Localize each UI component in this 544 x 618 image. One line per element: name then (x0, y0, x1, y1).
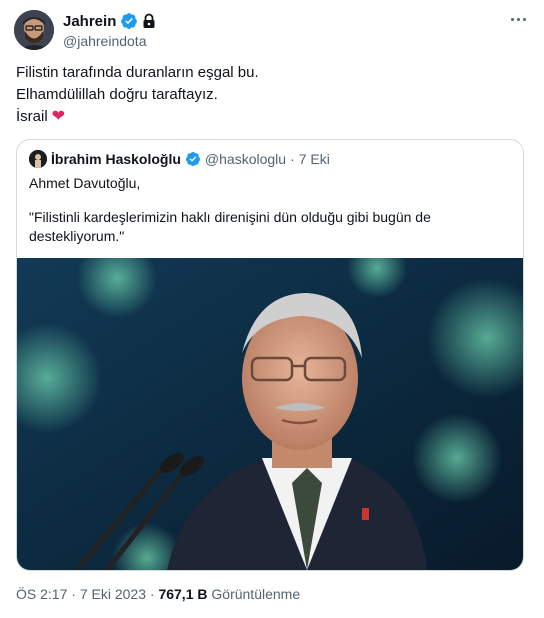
quoted-verified-badge-icon (185, 151, 201, 167)
quoted-name[interactable]: İbrahim Haskoloğlu (51, 151, 181, 167)
quoted-text-line: Ahmet Davutoğlu, (29, 175, 141, 191)
quoted-text-quote: "Filistinli kardeşlerimizin haklı direni… (29, 209, 431, 244)
quoted-tweet[interactable]: İbrahim Haskoloğlu @haskologlu · 7 Eki A… (16, 139, 524, 571)
tweet-meta: ÖS 2:17 · 7 Eki 2023 · 767,1 B Görüntüle… (16, 586, 300, 602)
quoted-date[interactable]: 7 Eki (299, 151, 330, 167)
author-avatar[interactable] (14, 10, 54, 50)
tweet: Jahrein @jahreindota Filistin tarafında … (0, 0, 544, 618)
tweet-time[interactable]: ÖS 2:17 (16, 586, 67, 602)
meta-separator: · (71, 586, 76, 602)
views-label: Görüntülenme (211, 586, 301, 602)
views-count: 767,1 B (158, 586, 208, 602)
author-name[interactable]: Jahrein (63, 13, 116, 30)
tweet-line: Filistin tarafında duranların eşgal bu. (16, 64, 259, 81)
heart-emoji-icon: ❤ (51, 108, 66, 125)
tweet-text: Filistin tarafında duranların eşgal bu. … (16, 62, 516, 128)
tweet-line: İsrail (16, 108, 48, 125)
quoted-photo[interactable] (17, 238, 523, 570)
author-name-row: Jahrein (63, 12, 156, 30)
quoted-avatar (29, 150, 47, 168)
lock-icon (142, 13, 156, 29)
tweet-line: Elhamdülillah doğru taraftayız. (16, 86, 218, 103)
verified-badge-icon (120, 12, 138, 30)
quoted-handle[interactable]: @haskologlu (205, 151, 286, 167)
author-handle[interactable]: @jahreindota (63, 33, 147, 49)
quoted-header: İbrahim Haskoloğlu @haskologlu · 7 Eki (29, 150, 330, 168)
tweet-line-last: İsrail ❤ (16, 106, 516, 128)
more-options-icon[interactable] (511, 18, 526, 21)
quoted-separator: · (290, 151, 295, 167)
meta-separator: · (149, 586, 155, 602)
tweet-date[interactable]: 7 Eki 2023 (80, 586, 146, 602)
